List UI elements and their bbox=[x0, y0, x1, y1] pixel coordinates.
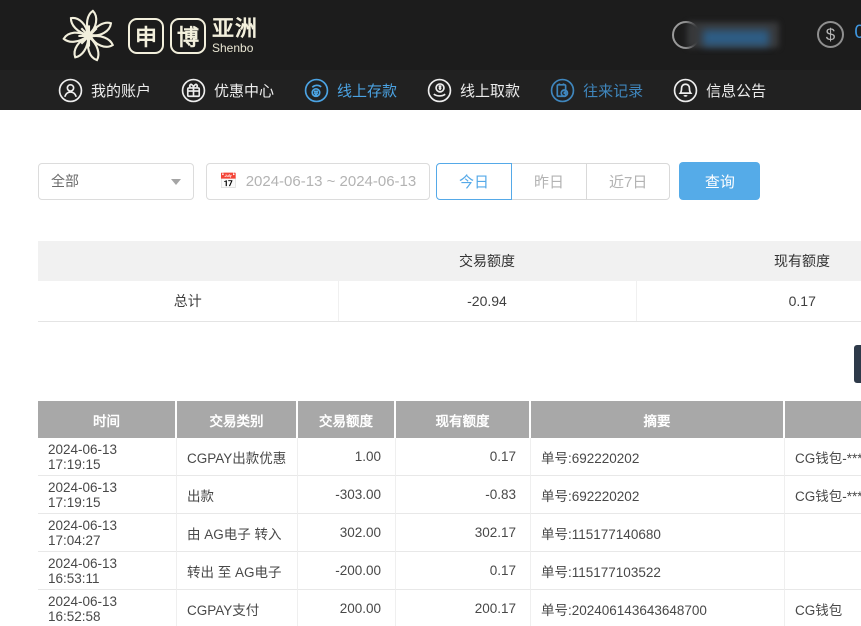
cell-type: 由 AG电子 转入 bbox=[177, 514, 298, 552]
main-nav: 我的账户 优惠中心 线上存款 线上取款 往来记录 bbox=[0, 70, 861, 110]
table-row: 2024-06-13 17:19:15 出款 -303.00 -0.83 单号:… bbox=[38, 476, 861, 514]
nav-online-withdraw[interactable]: 线上取款 bbox=[427, 78, 520, 103]
brand-logo[interactable]: 申 博 亚洲 Shenbo bbox=[58, 8, 258, 64]
transactions-table-container: 时间 交易类别 交易额度 现有额度 摘要 备注 2024-06-13 17:19… bbox=[38, 401, 861, 626]
flower-logo-icon bbox=[58, 8, 120, 64]
type-select[interactable]: 全部 bbox=[38, 163, 194, 200]
today-button[interactable]: 今日 bbox=[436, 163, 512, 200]
cell-summary: 单号:115177103522 bbox=[531, 552, 785, 590]
summary-row: 总计 -20.94 0.17 bbox=[38, 281, 861, 321]
user-icon bbox=[58, 78, 83, 103]
deposit-icon bbox=[304, 78, 329, 103]
gift-icon bbox=[181, 78, 206, 103]
cell-balance: 302.17 bbox=[396, 514, 531, 552]
withdraw-icon bbox=[427, 78, 452, 103]
logo-char-bo: 博 bbox=[170, 18, 206, 54]
col-header-summary: 摘要 bbox=[531, 401, 785, 438]
logo-characters: 申 博 bbox=[128, 18, 206, 54]
search-button[interactable]: 查询 bbox=[679, 162, 760, 200]
nav-label: 信息公告 bbox=[706, 80, 766, 101]
last7days-button[interactable]: 近7日 bbox=[586, 163, 670, 200]
cell-summary: 单号:202406143643648700 bbox=[531, 590, 785, 626]
col-header-type: 交易类别 bbox=[177, 401, 298, 438]
cell-balance: 0.17 bbox=[396, 552, 531, 590]
cell-note bbox=[785, 514, 861, 552]
col-header-note: 备注 bbox=[785, 401, 861, 438]
logo-char-shen: 申 bbox=[128, 18, 164, 54]
cell-amount: 1.00 bbox=[298, 438, 396, 476]
cell-balance: 0.17 bbox=[396, 438, 531, 476]
cell-amount: -303.00 bbox=[298, 476, 396, 514]
cell-amount: -200.00 bbox=[298, 552, 396, 590]
balance-amount: 0 bbox=[854, 22, 861, 44]
transactions-table: 时间 交易类别 交易额度 现有额度 摘要 备注 2024-06-13 17:19… bbox=[38, 401, 861, 626]
dollar-icon: $ bbox=[817, 21, 844, 48]
summary-table: 交易额度 现有额度 总计 -20.94 0.17 bbox=[38, 241, 861, 322]
nav-label: 线上取款 bbox=[460, 80, 520, 101]
cell-note bbox=[785, 552, 861, 590]
summary-total-amount: -20.94 bbox=[338, 281, 636, 321]
records-icon bbox=[550, 78, 575, 103]
date-range-input[interactable]: 📅 2024-06-13 ~ 2024-06-13 bbox=[206, 163, 430, 200]
date-range-value: 2024-06-13 ~ 2024-06-13 bbox=[246, 173, 417, 190]
cell-time: 2024-06-13 17:04:27 bbox=[38, 514, 177, 552]
chevron-down-icon bbox=[171, 179, 181, 185]
nav-label: 往来记录 bbox=[583, 80, 643, 101]
edge-floating-button[interactable] bbox=[854, 345, 861, 383]
cell-amount: 200.00 bbox=[298, 590, 396, 626]
cell-note: CG钱包-*** bbox=[785, 438, 861, 476]
nav-label: 优惠中心 bbox=[214, 80, 274, 101]
transaction-records-page: 申 博 亚洲 Shenbo $ 0 我的账户 bbox=[0, 0, 861, 626]
nav-promotions[interactable]: 优惠中心 bbox=[181, 78, 274, 103]
table-row: 2024-06-13 16:52:58 CGPAY支付 200.00 200.1… bbox=[38, 590, 861, 626]
cell-time: 2024-06-13 17:19:15 bbox=[38, 476, 177, 514]
calendar-icon: 📅 bbox=[219, 172, 238, 190]
cell-time: 2024-06-13 17:19:15 bbox=[38, 438, 177, 476]
cell-type: 转出 至 AG电子 bbox=[177, 552, 298, 590]
summary-header-balance: 现有额度 bbox=[636, 241, 861, 281]
summary-header-amount: 交易额度 bbox=[338, 241, 636, 281]
col-header-amount: 交易额度 bbox=[298, 401, 396, 438]
cell-summary: 单号:692220202 bbox=[531, 438, 785, 476]
table-row: 2024-06-13 16:53:11 转出 至 AG电子 -200.00 0.… bbox=[38, 552, 861, 590]
nav-label: 我的账户 bbox=[91, 80, 151, 101]
col-header-time: 时间 bbox=[38, 401, 177, 438]
table-row: 2024-06-13 17:04:27 由 AG电子 转入 302.00 302… bbox=[38, 514, 861, 552]
cell-balance: -0.83 bbox=[396, 476, 531, 514]
yesterday-button[interactable]: 昨日 bbox=[511, 163, 587, 200]
cell-note: CG钱包 bbox=[785, 590, 861, 626]
nav-transaction-records[interactable]: 往来记录 bbox=[550, 78, 643, 103]
username-redacted-highlight bbox=[703, 30, 769, 46]
nav-my-account[interactable]: 我的账户 bbox=[58, 78, 151, 103]
cell-balance: 200.17 bbox=[396, 590, 531, 626]
bell-icon bbox=[673, 78, 698, 103]
logo-subtitle: Shenbo bbox=[212, 42, 258, 54]
filter-bar: 全部 📅 2024-06-13 ~ 2024-06-13 今日 昨日 近7日 查… bbox=[38, 162, 760, 200]
nav-announcements[interactable]: 信息公告 bbox=[673, 78, 766, 103]
cell-summary: 单号:692220202 bbox=[531, 476, 785, 514]
cell-type: CGPAY支付 bbox=[177, 590, 298, 626]
cell-type: 出款 bbox=[177, 476, 298, 514]
quick-range-group: 今日 昨日 近7日 bbox=[436, 163, 670, 200]
cell-time: 2024-06-13 16:52:58 bbox=[38, 590, 177, 626]
cell-note: CG钱包-*** bbox=[785, 476, 861, 514]
cell-amount: 302.00 bbox=[298, 514, 396, 552]
cell-summary: 单号:115177140680 bbox=[531, 514, 785, 552]
type-select-value: 全部 bbox=[51, 171, 79, 191]
logo-region-text: 亚洲 bbox=[212, 18, 258, 40]
cell-time: 2024-06-13 16:53:11 bbox=[38, 552, 177, 590]
summary-total-label: 总计 bbox=[38, 281, 338, 321]
nav-label: 线上存款 bbox=[337, 80, 397, 101]
top-header: 申 博 亚洲 Shenbo $ 0 bbox=[0, 0, 861, 70]
summary-header-blank bbox=[38, 241, 338, 281]
summary-table-container: 交易额度 现有额度 总计 -20.94 0.17 bbox=[38, 241, 861, 322]
col-header-balance: 现有额度 bbox=[396, 401, 531, 438]
cell-type: CGPAY出款优惠 bbox=[177, 438, 298, 476]
table-row: 2024-06-13 17:19:15 CGPAY出款优惠 1.00 0.17 … bbox=[38, 438, 861, 476]
summary-total-balance: 0.17 bbox=[636, 281, 861, 321]
nav-online-deposit[interactable]: 线上存款 bbox=[304, 78, 397, 103]
